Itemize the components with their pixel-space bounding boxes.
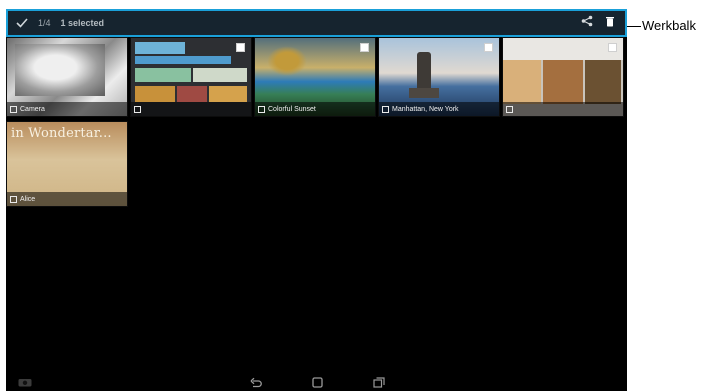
thumbnail-art [135, 86, 175, 102]
trash-icon[interactable] [605, 14, 615, 32]
photo-tile[interactable]: Colorful Sunset [254, 37, 376, 117]
tile-caption: Colorful Sunset [255, 102, 375, 116]
thumbnail-art [15, 44, 105, 96]
photo-tile[interactable]: Manhattan, New York [378, 37, 500, 117]
selection-checkbox[interactable] [236, 43, 245, 52]
callout-line [627, 26, 641, 27]
album-icon [134, 105, 141, 113]
selection-checkbox[interactable] [484, 43, 493, 52]
thumbnail-art [209, 86, 247, 102]
toolbar-actions [581, 11, 615, 35]
tile-caption [131, 102, 251, 116]
system-navbar [6, 373, 627, 391]
tile-caption-text: Camera [20, 105, 45, 113]
toolbar-callout-label: Werkbalk [642, 18, 696, 33]
check-icon[interactable] [16, 17, 28, 29]
thumbnail-art [193, 68, 247, 82]
album-icon [10, 105, 17, 113]
tablet-screen: 1/4 1 selected Camera Colorful Sunset Ma… [6, 9, 627, 391]
toolbar: 1/4 1 selected [6, 9, 627, 37]
share-icon[interactable] [581, 14, 593, 32]
camera-icon[interactable] [18, 376, 32, 388]
album-icon [258, 105, 265, 113]
photo-tile[interactable]: Camera [6, 37, 128, 117]
thumbnail-art [585, 60, 621, 104]
tile-caption-text: Colorful Sunset [268, 105, 316, 113]
photo-tile[interactable] [130, 37, 252, 117]
tile-caption-text: Alice [20, 195, 36, 203]
thumbnail-art [543, 60, 583, 104]
tile-caption [503, 102, 623, 116]
selection-checkbox[interactable] [360, 43, 369, 52]
thumbnail-art [135, 42, 185, 54]
thumbnail-art [135, 68, 191, 82]
photo-tile[interactable] [502, 37, 624, 117]
thumbnail-art [267, 46, 307, 76]
album-icon [506, 105, 513, 113]
toolbar-left: 1/4 1 selected [16, 11, 104, 35]
selection-count: 1/4 [38, 18, 51, 28]
thumbnail-art [503, 38, 623, 60]
album-icon [10, 195, 17, 203]
album-icon [382, 105, 389, 113]
thumbnail-heading: in Wondertar... [11, 126, 112, 141]
tile-caption: Manhattan, New York [379, 102, 499, 116]
back-icon[interactable] [249, 376, 263, 388]
thumbnail-art [409, 88, 439, 98]
photo-tile[interactable]: in Wondertar... Alice [6, 121, 128, 207]
recent-apps-icon[interactable] [372, 376, 386, 388]
thumbnail-art [503, 60, 541, 104]
selection-label: 1 selected [60, 18, 105, 28]
tile-caption: Camera [7, 102, 127, 116]
selection-checkbox[interactable] [608, 43, 617, 52]
home-icon[interactable] [310, 376, 324, 388]
tile-caption-text: Manhattan, New York [392, 105, 459, 113]
thumbnail-art [135, 56, 231, 64]
tile-caption: Alice [7, 192, 127, 206]
thumbnail-art [177, 86, 207, 102]
